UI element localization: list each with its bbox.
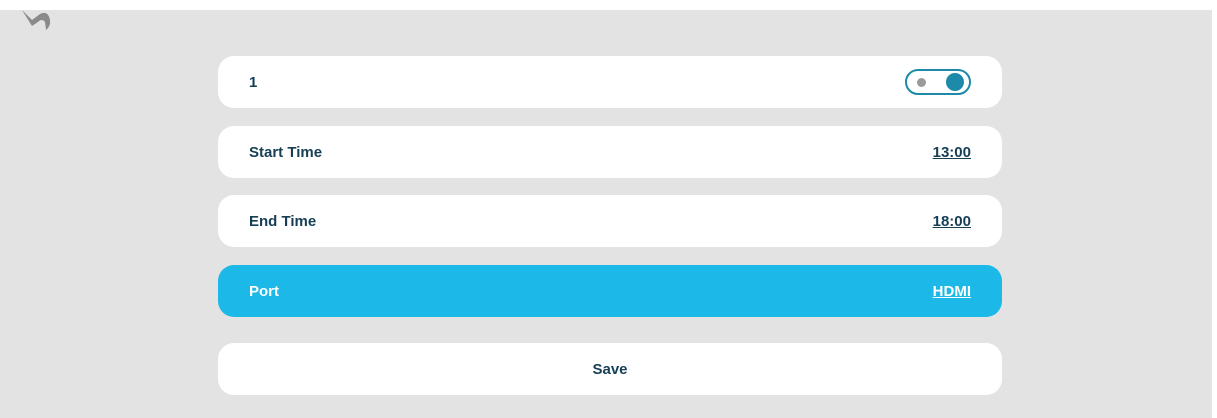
schedule-name-label: 1 xyxy=(249,73,258,91)
start-time-label: Start Time xyxy=(249,143,323,161)
toggle-knob xyxy=(946,73,964,91)
start-time-row[interactable]: Start Time 13:00 xyxy=(218,126,1002,178)
schedule-enable-row: 1 xyxy=(218,56,1002,108)
port-value[interactable]: HDMI xyxy=(933,283,971,300)
settings-screen: 1 Start Time 13:00 End Time 18:00 Port H… xyxy=(0,10,1212,418)
save-button[interactable]: Save xyxy=(218,343,1002,395)
start-time-value[interactable]: 13:00 xyxy=(933,144,971,161)
end-time-row[interactable]: End Time 18:00 xyxy=(218,195,1002,247)
port-row[interactable]: Port HDMI xyxy=(218,265,1002,317)
end-time-label: End Time xyxy=(249,212,317,230)
end-time-value[interactable]: 18:00 xyxy=(933,213,971,230)
schedule-enable-toggle[interactable] xyxy=(905,69,971,95)
toggle-off-indicator xyxy=(917,78,926,87)
back-arrow-icon xyxy=(22,10,51,30)
save-label: Save xyxy=(592,360,628,378)
back-button[interactable] xyxy=(18,10,54,32)
port-label: Port xyxy=(249,282,279,300)
